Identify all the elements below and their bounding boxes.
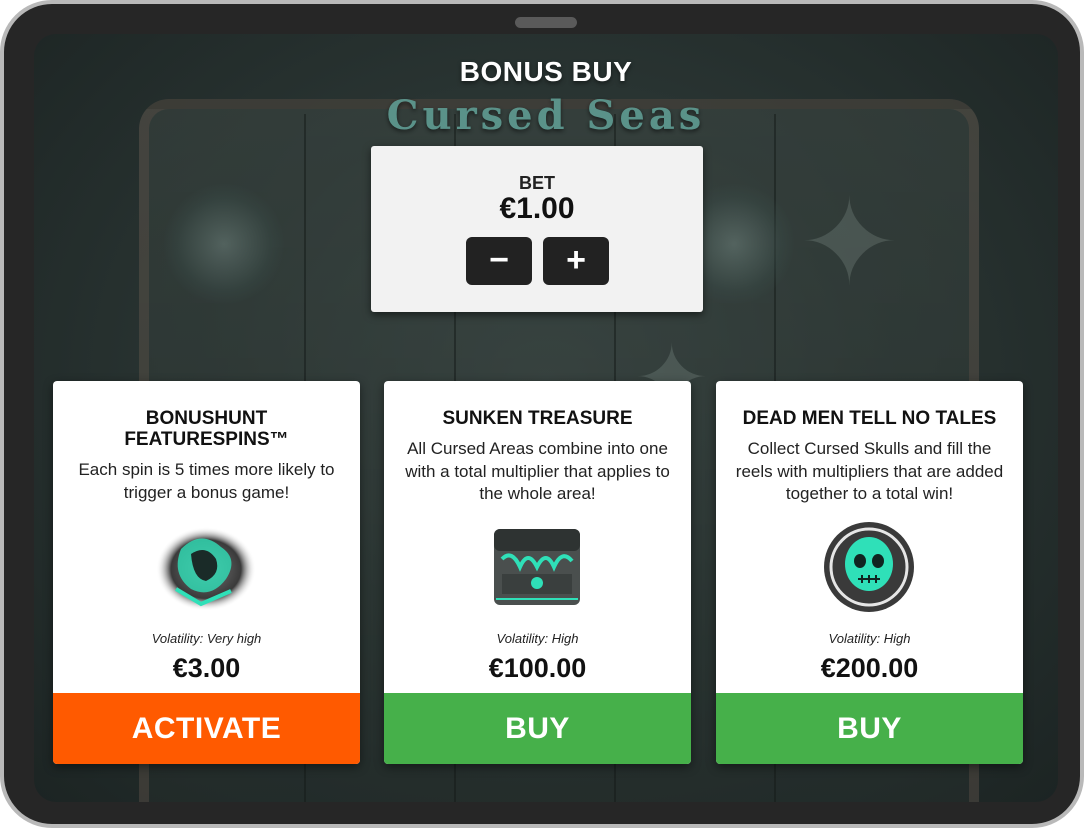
bet-decrease-button[interactable]: −	[466, 237, 532, 285]
bonus-card-bonushunt: BONUSHUNT FEATURESPINS™ Each spin is 5 t…	[53, 381, 360, 764]
spirit-chest-icon	[156, 527, 256, 611]
card-price: €100.00	[488, 653, 587, 683]
background-compass-symbol: ✦	[799, 174, 900, 313]
activate-button[interactable]: ACTIVATE	[53, 693, 360, 764]
card-description: Each spin is 5 times more likely to trig…	[78, 460, 335, 502]
card-volatility: Volatility: Very high	[151, 631, 262, 646]
card-volatility: Volatility: High	[828, 631, 911, 646]
cursed-skull-icon	[824, 522, 914, 612]
card-price: €200.00	[820, 653, 919, 683]
tablet-frame: ✦ ✦ Cursed Seas BONUS BUY BET €1.00 − + …	[0, 0, 1084, 828]
card-description: Collect Cursed Skulls and fill the reels…	[735, 439, 1004, 503]
page-title: BONUS BUY	[459, 56, 633, 87]
card-price: €3.00	[172, 653, 241, 683]
background-skull-symbol	[164, 184, 284, 304]
card-title: BONUSHUNT FEATURESPINS™	[124, 408, 289, 450]
device-speaker	[515, 17, 577, 28]
bonus-card-dead-men-tell-no-tales: DEAD MEN TELL NO TALES Collect Cursed Sk…	[716, 381, 1023, 764]
card-title: DEAD MEN TELL NO TALES	[742, 408, 997, 429]
bonus-card-sunken-treasure: SUNKEN TREASURE All Cursed Areas combine…	[384, 381, 691, 764]
game-screen: ✦ ✦ Cursed Seas BONUS BUY BET €1.00 − + …	[34, 34, 1058, 802]
bet-panel: BET €1.00 − +	[371, 146, 703, 312]
buy-button[interactable]: BUY	[716, 693, 1023, 764]
buy-button[interactable]: BUY	[384, 693, 691, 764]
bet-label: BET	[519, 173, 555, 193]
card-title: SUNKEN TREASURE	[442, 408, 633, 429]
card-description: All Cursed Areas combine into one with a…	[405, 439, 670, 503]
bet-increase-button[interactable]: +	[543, 237, 609, 285]
card-volatility: Volatility: High	[496, 631, 579, 646]
treasure-chest-icon	[494, 529, 580, 605]
bet-value: €1.00	[499, 192, 575, 225]
game-logo: Cursed Seas	[386, 92, 706, 139]
